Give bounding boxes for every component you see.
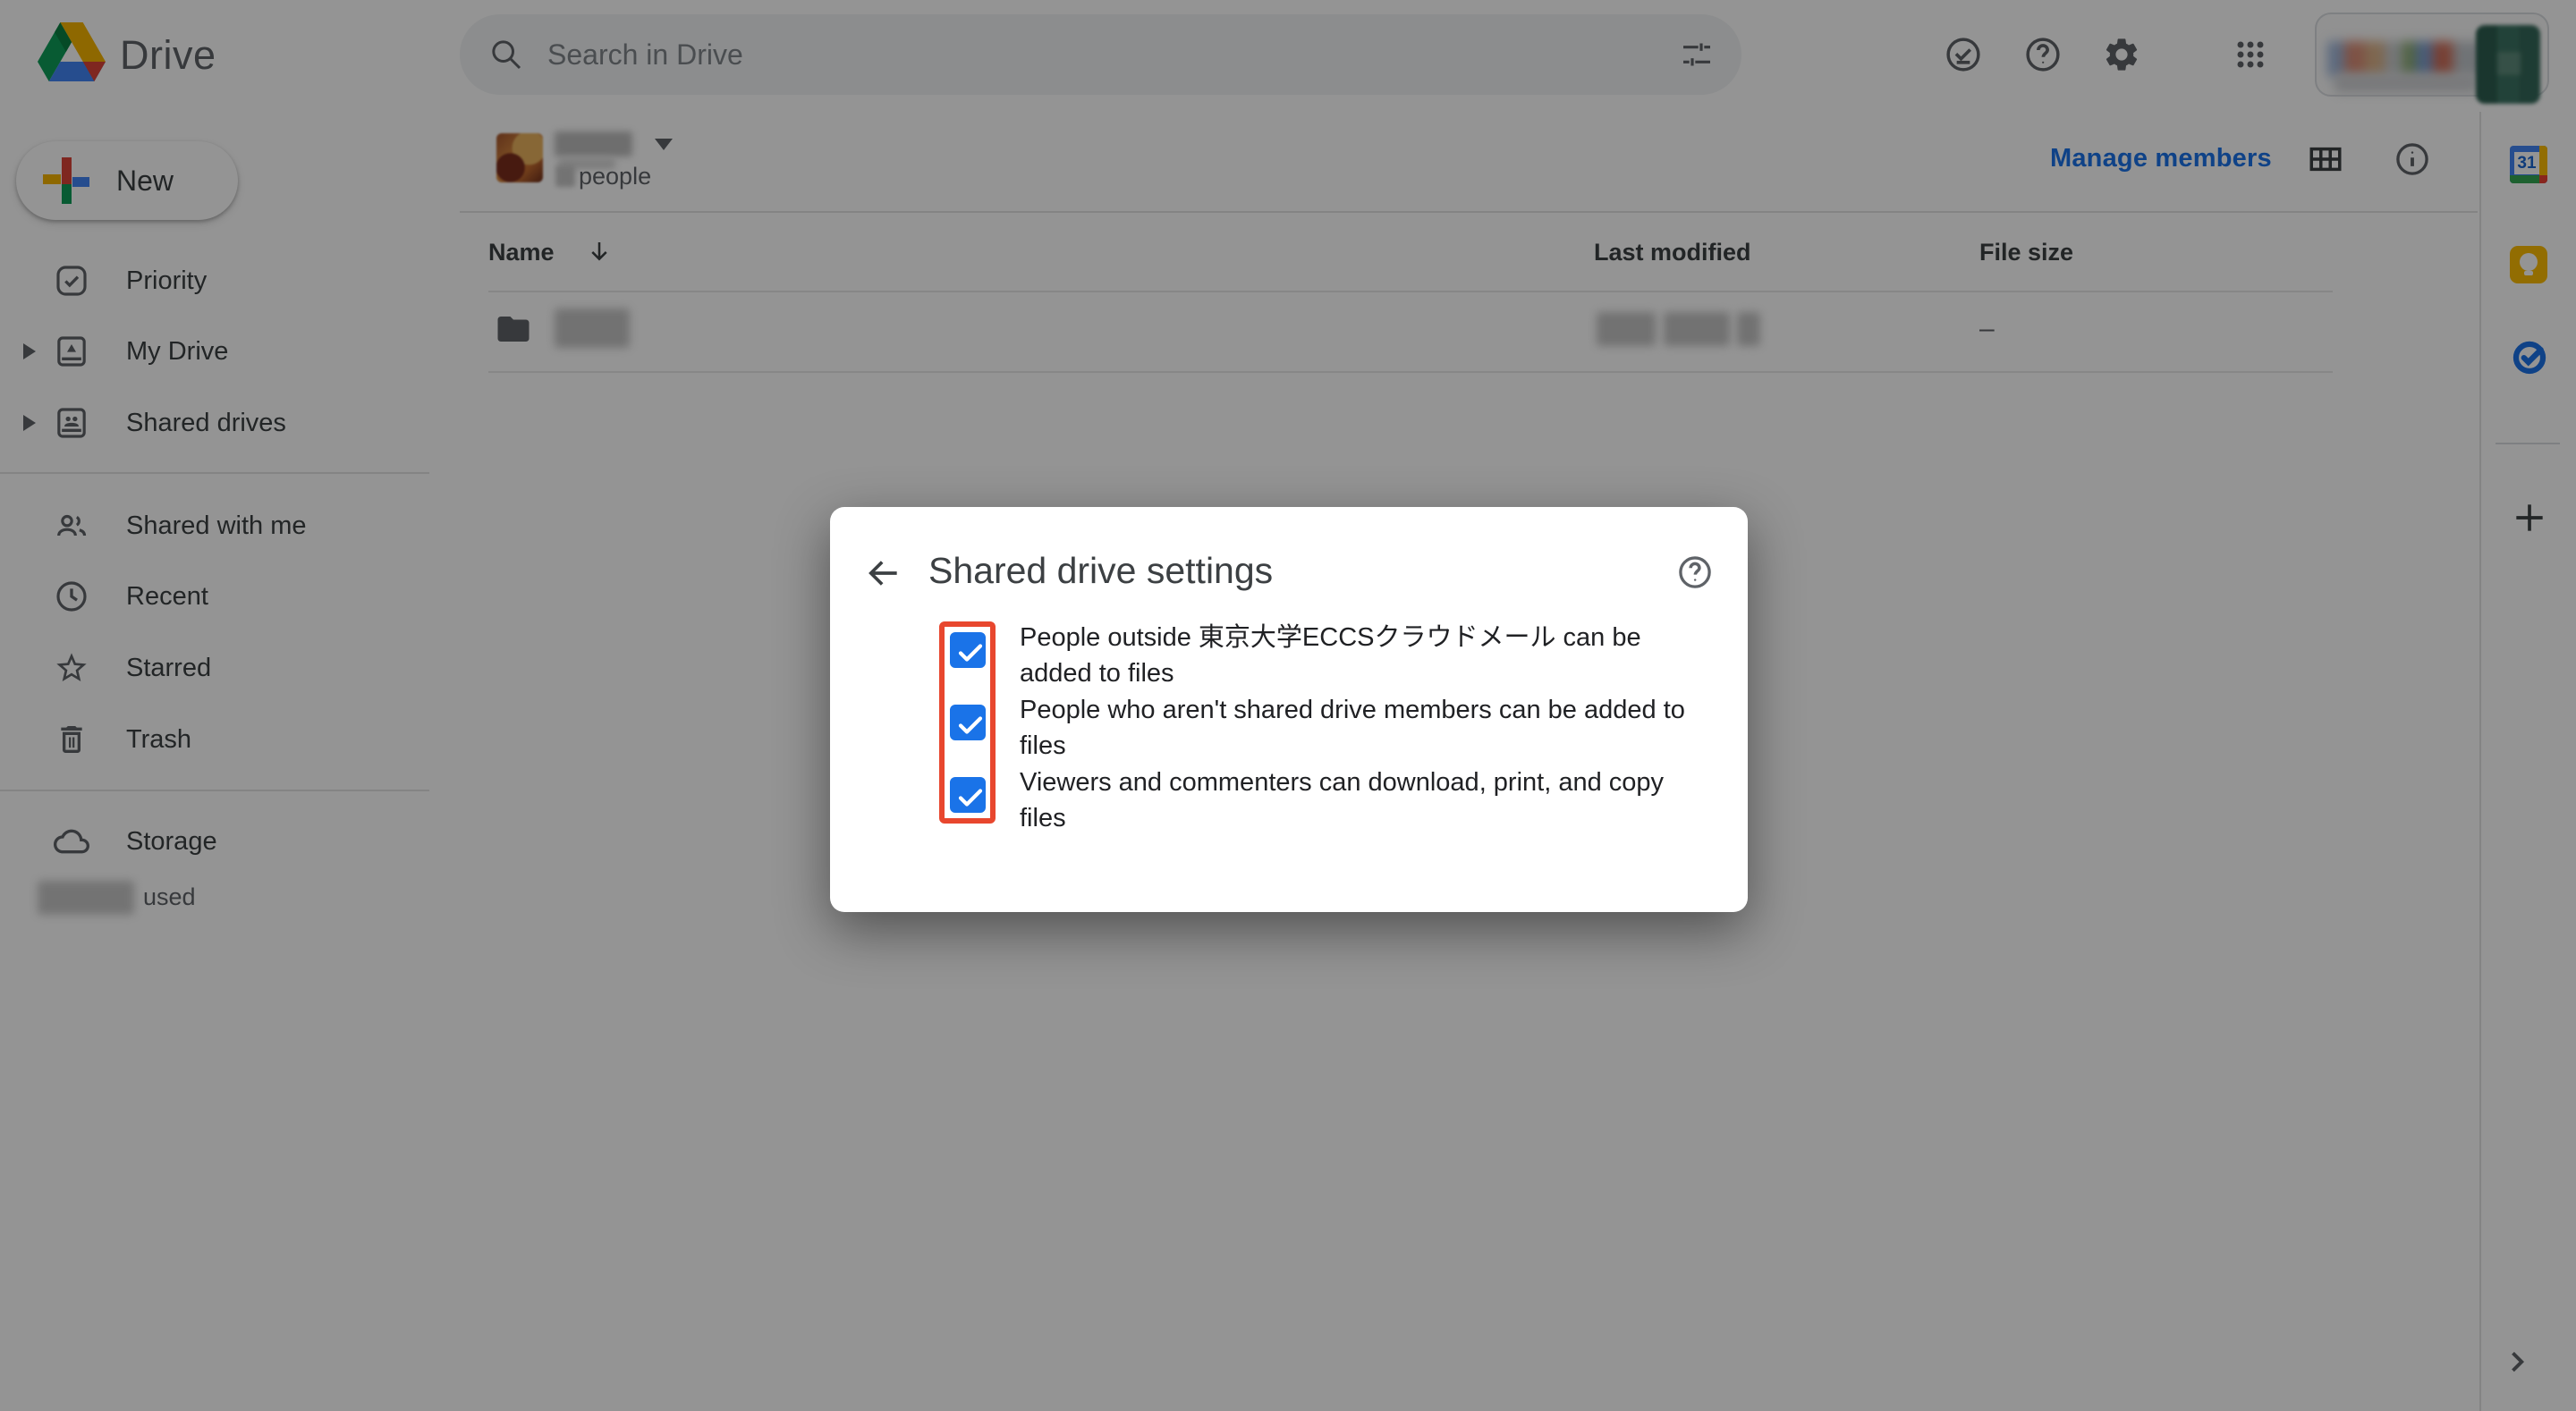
checkbox-external-people[interactable] [950, 632, 986, 668]
setting-label: Viewers and commenters can download, pri… [1020, 765, 1699, 836]
back-arrow-icon[interactable] [864, 553, 903, 593]
setting-viewer-download: Viewers and commenters can download, pri… [950, 771, 1701, 842]
shared-drive-settings-dialog: Shared drive settings People outside 東京大… [830, 507, 1748, 912]
checkbox-viewer-download[interactable] [950, 777, 986, 813]
setting-label: People who aren't shared drive members c… [1020, 692, 1699, 764]
setting-external-people: People outside 東京大学ECCSクラウドメール can be ad… [950, 626, 1701, 697]
check-icon [953, 635, 988, 671]
dialog-title: Shared drive settings [928, 550, 1273, 592]
google-drive-app: Drive [0, 0, 2576, 1411]
setting-label: People outside 東京大学ECCSクラウドメール can be ad… [1020, 620, 1699, 691]
check-icon [953, 707, 988, 743]
check-icon [953, 780, 988, 815]
checkbox-non-member-access[interactable] [950, 705, 986, 740]
setting-non-member-access: People who aren't shared drive members c… [950, 698, 1701, 770]
help-icon[interactable] [1676, 553, 1714, 591]
